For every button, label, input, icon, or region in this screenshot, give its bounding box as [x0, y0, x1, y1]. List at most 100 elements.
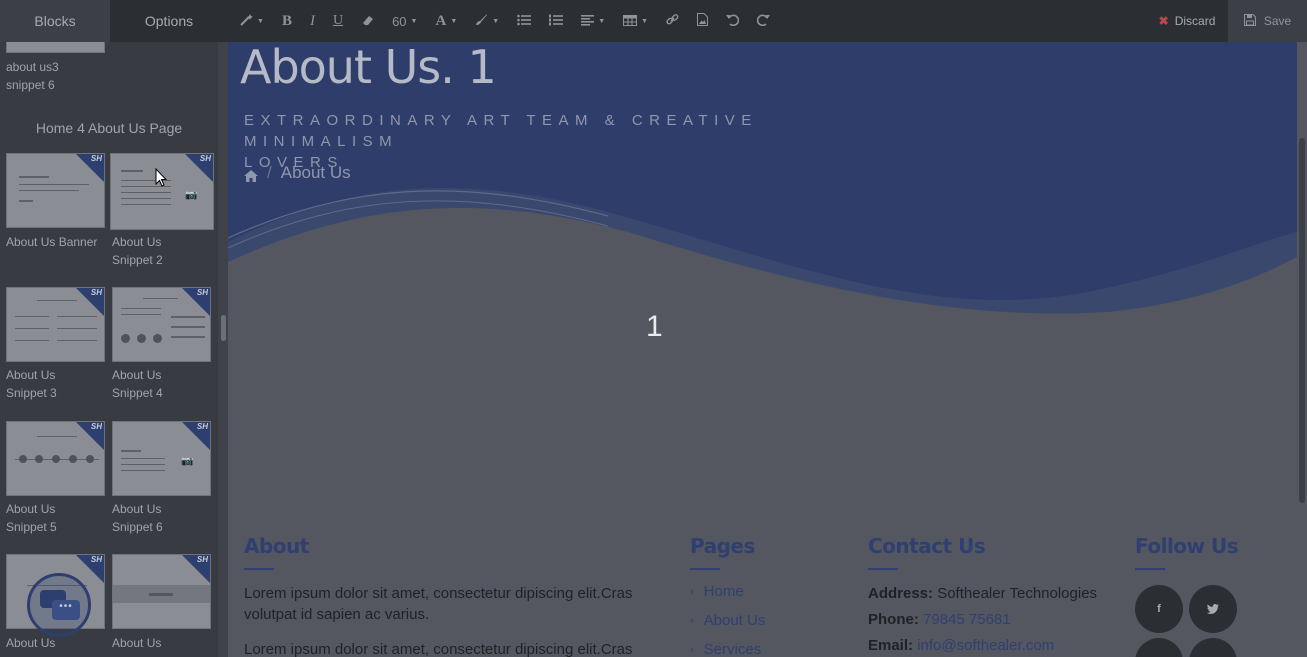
snippet-about-us-8[interactable]: SH	[112, 554, 211, 629]
footer-underline	[1135, 568, 1165, 570]
camera-icon: 📷	[181, 456, 194, 467]
chat-dots-icon: •••	[52, 600, 80, 620]
canvas-scrollbar[interactable]	[1297, 42, 1307, 657]
linkedin-icon[interactable]	[1135, 638, 1183, 657]
chevron-right-icon: ›	[690, 614, 694, 627]
snippet-caption: About Us Snippet 5	[6, 502, 57, 534]
snippet-group-title: Home 4 About Us Page	[35, 120, 183, 136]
numbered-list-button[interactable]	[549, 14, 564, 29]
align-dropdown[interactable]: ▼	[581, 14, 605, 29]
email-link[interactable]: info@softhealer.com	[917, 637, 1054, 654]
close-icon: ✖	[1158, 14, 1169, 28]
bold-button[interactable]: B	[282, 13, 292, 30]
snippet-about-us-3[interactable]: SH	[6, 287, 105, 362]
media-button[interactable]	[697, 13, 709, 29]
footer-pages-title: Pages	[690, 534, 755, 558]
hero-wave-decoration	[228, 188, 1297, 362]
snippet-about-us-4[interactable]: SH	[112, 287, 211, 362]
footer-follow-title: Follow Us	[1135, 534, 1239, 558]
instagram-icon[interactable]	[1189, 638, 1237, 657]
chevron-down-icon: ▼	[410, 17, 418, 25]
font-size-dropdown[interactable]: 60 ▼	[392, 14, 417, 29]
twitter-icon[interactable]	[1189, 585, 1237, 633]
footer-link-services[interactable]: › Services	[690, 641, 761, 657]
snippet-caption: About Us Banner	[6, 235, 98, 249]
snippets-panel: about us3 snippet 6 Home 4 About Us Page…	[0, 42, 218, 657]
bullet-list-button[interactable]	[517, 14, 532, 29]
footer-underline	[244, 568, 274, 570]
italic-button[interactable]: I	[310, 13, 315, 30]
snippet-caption: About Us Snippet 3	[6, 368, 57, 400]
snippet-about-us-2[interactable]: SH 📷	[110, 153, 214, 230]
mouse-cursor-icon	[155, 168, 167, 187]
footer-about-text: Lorem ipsum dolor sit amet, consectetur …	[244, 585, 633, 623]
save-button[interactable]: Save	[1228, 0, 1307, 42]
font-color-icon: A	[435, 12, 447, 29]
chevron-down-icon: ▼	[641, 17, 649, 25]
editor-toolbar: Blocks Options ▼ B I U 60 ▼ A ▼ ▼ ▼ ▼ ✖ …	[0, 0, 1307, 42]
snippet-thumbnail[interactable]	[6, 42, 105, 53]
tab-options[interactable]: Options	[110, 0, 228, 42]
eraser-icon	[361, 14, 374, 29]
camera-icon: 📷	[185, 190, 198, 201]
list-ul-icon	[517, 14, 532, 29]
section-placeholder-number: 1	[646, 310, 663, 343]
undo-icon	[726, 14, 740, 29]
canvas-scrollbar-thumb[interactable]	[1299, 138, 1305, 503]
snippet-about-us-5[interactable]: SH	[6, 421, 105, 496]
save-label: Save	[1263, 14, 1292, 28]
phone-link[interactable]: 79845 75681	[923, 611, 1011, 628]
align-left-icon	[581, 14, 595, 29]
chevron-right-icon: ›	[690, 643, 694, 656]
snippet-caption: About Us	[6, 636, 56, 650]
snippet-caption: About Us	[112, 636, 162, 650]
floppy-disk-icon	[1243, 13, 1256, 29]
home-icon[interactable]	[244, 167, 258, 182]
footer-contact-title: Contact Us	[868, 534, 986, 558]
footer-underline	[868, 568, 898, 570]
footer-about-title: About	[244, 534, 309, 558]
underline-button[interactable]: U	[333, 13, 343, 29]
breadcrumb-current: About Us	[280, 163, 351, 182]
page-canvas: About Us. 1 EXTRAORDINARY ART TEAM & CRE…	[228, 42, 1297, 657]
footer-link-about-us[interactable]: › About Us	[690, 612, 765, 629]
link-icon	[666, 13, 679, 29]
table-dropdown[interactable]: ▼	[623, 14, 648, 29]
snippet-about-us-6[interactable]: SH 📷	[112, 421, 211, 496]
style-dropdown[interactable]: ▼	[240, 13, 264, 29]
snippet-caption: About Us Snippet 4	[112, 368, 163, 400]
font-color-dropdown[interactable]: A ▼	[435, 13, 457, 30]
snippet-caption: About Us Snippet 2	[112, 235, 163, 267]
format-tools: ▼ B I U 60 ▼ A ▼ ▼ ▼ ▼	[228, 0, 1146, 42]
chevron-right-icon: ›	[690, 585, 694, 598]
paint-brush-icon	[475, 13, 488, 29]
tab-blocks[interactable]: Blocks	[0, 0, 110, 42]
link-button[interactable]	[666, 13, 679, 29]
live-chat-button[interactable]: •••	[27, 573, 91, 637]
footer-link-home[interactable]: › Home	[690, 583, 744, 600]
font-size-value: 60	[392, 13, 407, 29]
undo-button[interactable]	[726, 14, 740, 29]
footer-phone: Phone: 79845 75681	[868, 611, 1011, 628]
facebook-icon[interactable]: f	[1135, 585, 1183, 633]
chevron-down-icon: ▼	[450, 17, 458, 25]
redo-icon	[756, 14, 771, 29]
file-image-icon	[697, 13, 709, 29]
discard-label: Discard	[1174, 14, 1216, 28]
background-color-dropdown[interactable]: ▼	[475, 13, 499, 29]
footer-about-text-2: Lorem ipsum dolor sit amet, consectetur …	[244, 641, 633, 657]
magic-wand-icon	[240, 13, 253, 29]
table-icon	[623, 14, 638, 29]
discard-button[interactable]: ✖ Discard	[1146, 0, 1228, 42]
chevron-down-icon: ▼	[492, 17, 500, 25]
page-title[interactable]: About Us. 1	[240, 42, 497, 94]
sidebar-scrollbar-thumb[interactable]	[221, 315, 226, 341]
sidebar-scrollbar[interactable]	[218, 42, 228, 657]
eraser-button[interactable]	[361, 14, 374, 29]
breadcrumb-separator: /	[267, 163, 272, 182]
list-ol-icon	[549, 14, 564, 29]
snippet-caption: about us3 snippet 6	[6, 60, 59, 92]
redo-button[interactable]	[756, 14, 771, 29]
footer-email: Email: info@softhealer.com	[868, 637, 1055, 654]
snippet-about-us-banner[interactable]: SH	[6, 153, 105, 228]
